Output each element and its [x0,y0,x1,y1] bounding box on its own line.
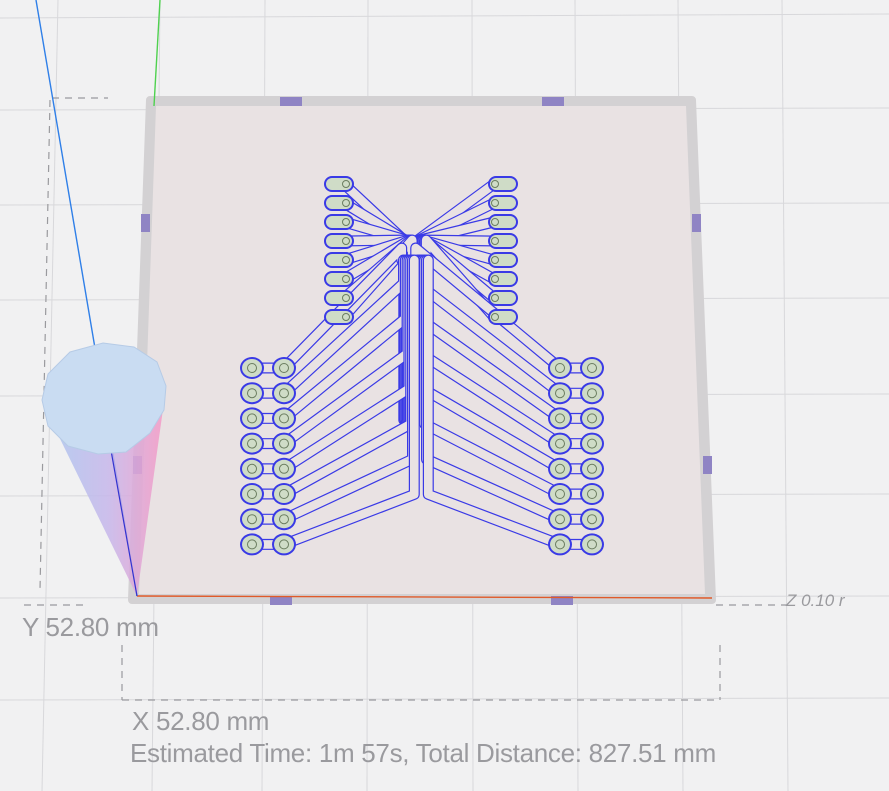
pad-fill [242,409,262,428]
3d-viewport[interactable] [0,0,889,791]
pad-fill [274,359,294,377]
clamp-tab-icon [703,456,712,474]
pad-fill [326,178,352,190]
pad-fill [550,459,570,478]
pad-fill [582,485,602,503]
pad-fill [242,459,262,478]
pad-fill [242,359,262,377]
clamp-tab-icon [542,97,564,106]
pad-fill [274,485,294,503]
pad-fill [582,434,602,453]
pad-fill [490,235,516,247]
pad-fill [550,510,570,529]
pad-fill [582,535,602,554]
pad-fill [274,384,294,403]
pad-fill [582,459,602,478]
y-dimension-readout: Y 52.80 mm [22,612,159,642]
pad-fill [490,254,516,266]
pad-fill [490,178,516,190]
pad-fill [242,384,262,403]
clamp-tab-icon [141,214,150,232]
pad-fill [274,409,294,428]
pad-fill [550,485,570,503]
pad-fill [490,216,516,228]
pad-fill [242,510,262,529]
pad-fill [550,409,570,428]
clamp-tab-icon [692,214,701,232]
pad-fill [490,273,516,285]
pad-fill [550,384,570,403]
pad-fill [274,459,294,478]
pad-fill [582,384,602,403]
pad-fill [326,273,352,285]
pad-fill [326,254,352,266]
pad-fill [490,311,516,323]
pad-fill [582,409,602,428]
pad-fill [550,359,570,377]
pad-fill [326,311,352,323]
pad-fill [582,359,602,377]
pad-fill [326,235,352,247]
pad-fill [242,535,262,554]
pad-fill [490,292,516,304]
pad-fill [274,434,294,453]
pad-fill [326,197,352,209]
pad-fill [274,510,294,529]
pad-fill [274,535,294,554]
z-axis-label: Z 0.10 r [786,591,845,610]
estimate-readout: Estimated Time: 1m 57s, Total Distance: … [130,738,716,768]
x-dimension-readout: X 52.80 mm [132,706,270,736]
clamp-tab-icon [280,97,302,106]
clamp-tab-icon [270,596,292,605]
pad-fill [582,510,602,529]
pad-fill [490,197,516,209]
pad-fill [326,292,352,304]
pad-fill [550,535,570,554]
pad-fill [242,485,262,503]
pad-fill [550,434,570,453]
pad-fill [242,434,262,453]
pad-fill [326,216,352,228]
